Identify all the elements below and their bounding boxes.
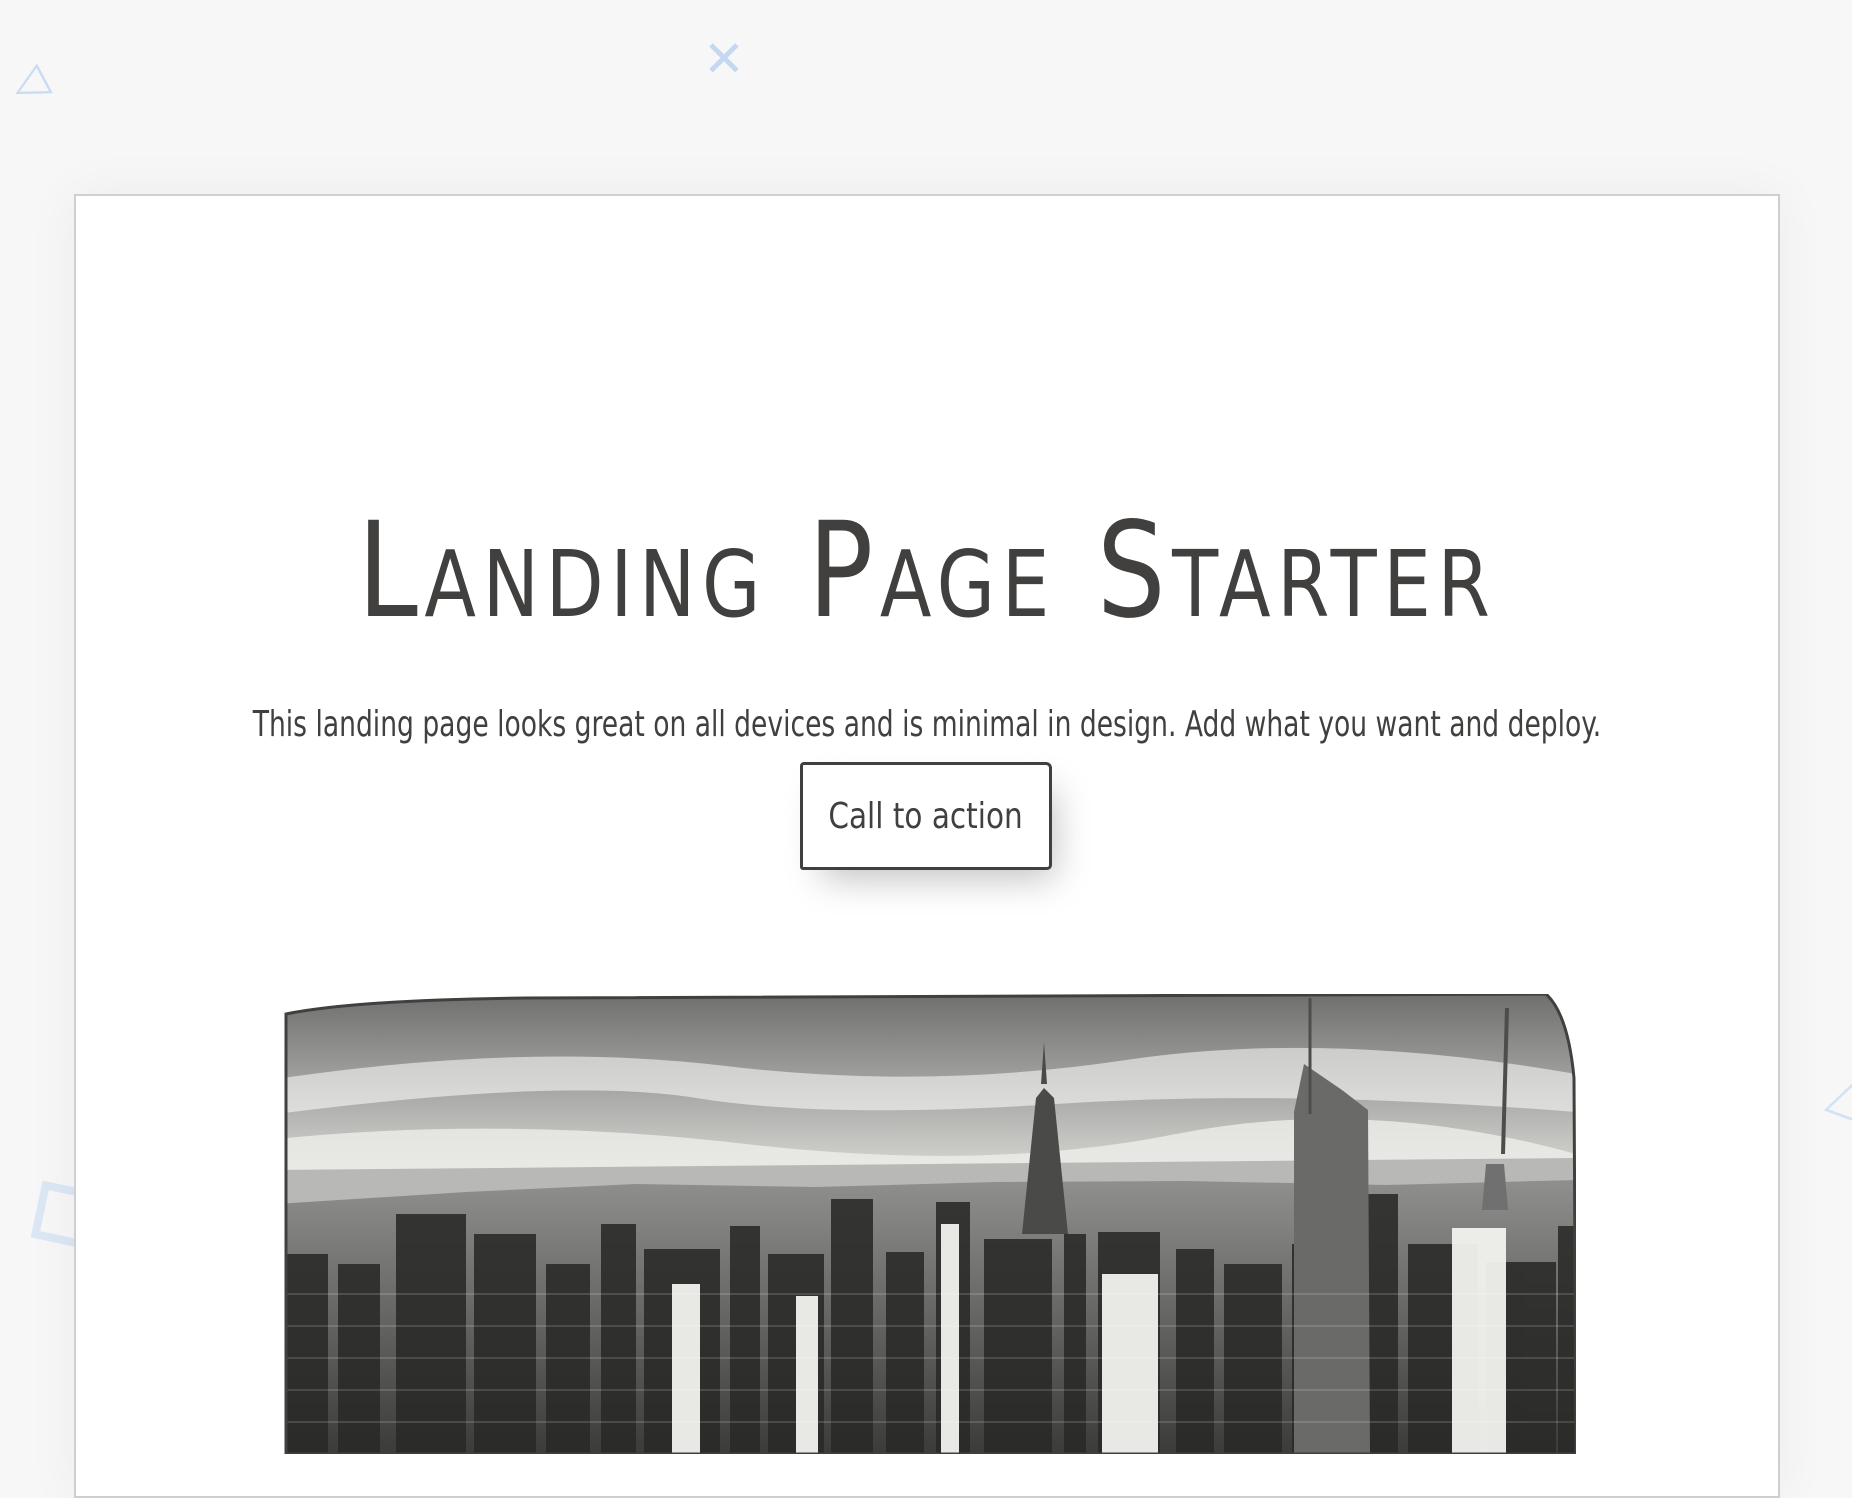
- triangle-shape-left: ◁: [1, 53, 56, 115]
- call-to-action-label: Call to action: [828, 795, 1024, 837]
- city-skyline-image: [284, 994, 1576, 1454]
- hero-card: Landing Page Starter This landing page l…: [74, 194, 1780, 1498]
- hero-subtitle: This landing page looks great on all dev…: [252, 704, 1602, 745]
- page-title: Landing Page Starter: [357, 494, 1497, 649]
- cross-shape: ✕: [703, 30, 745, 88]
- triangle-shape-right: △: [1821, 1063, 1852, 1129]
- call-to-action-button[interactable]: Call to action: [800, 762, 1052, 870]
